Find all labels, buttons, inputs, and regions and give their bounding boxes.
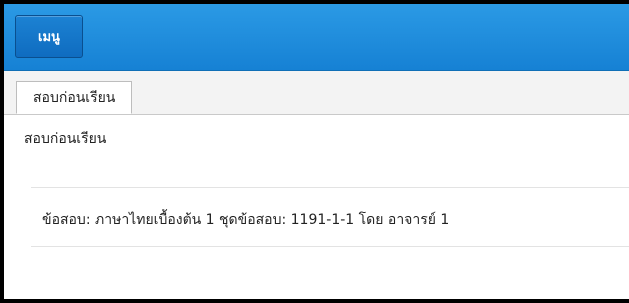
menu-button[interactable]: เมนู bbox=[15, 15, 83, 58]
tab-strip: สอบก่อนเรียน bbox=[4, 71, 629, 115]
top-bar: เมนู bbox=[4, 4, 629, 71]
set-label: ชุดข้อสอบ: bbox=[219, 212, 291, 228]
app-window: เมนู สอบก่อนเรียน สอบก่อนเรียน ข้อสอบ: ภ… bbox=[0, 0, 629, 303]
exam-item: ข้อสอบ: ภาษาไทยเบื้องต้น 1 ชุดข้อสอบ: 11… bbox=[42, 209, 449, 231]
by-label: โดย bbox=[358, 212, 388, 228]
tab-pretest[interactable]: สอบก่อนเรียน bbox=[16, 81, 133, 114]
exam-label: ข้อสอบ: bbox=[42, 212, 95, 228]
exam-name: ภาษาไทยเบื้องต้น 1 bbox=[95, 212, 220, 228]
tab-content: สอบก่อนเรียน ข้อสอบ: ภาษาไทยเบื้องต้น 1 … bbox=[4, 115, 629, 299]
divider bbox=[31, 187, 629, 188]
set-code: 1191-1-1 bbox=[290, 212, 359, 228]
section-title: สอบก่อนเรียน bbox=[24, 131, 107, 147]
teacher-name: อาจารย์ 1 bbox=[387, 212, 450, 228]
divider bbox=[31, 246, 629, 247]
